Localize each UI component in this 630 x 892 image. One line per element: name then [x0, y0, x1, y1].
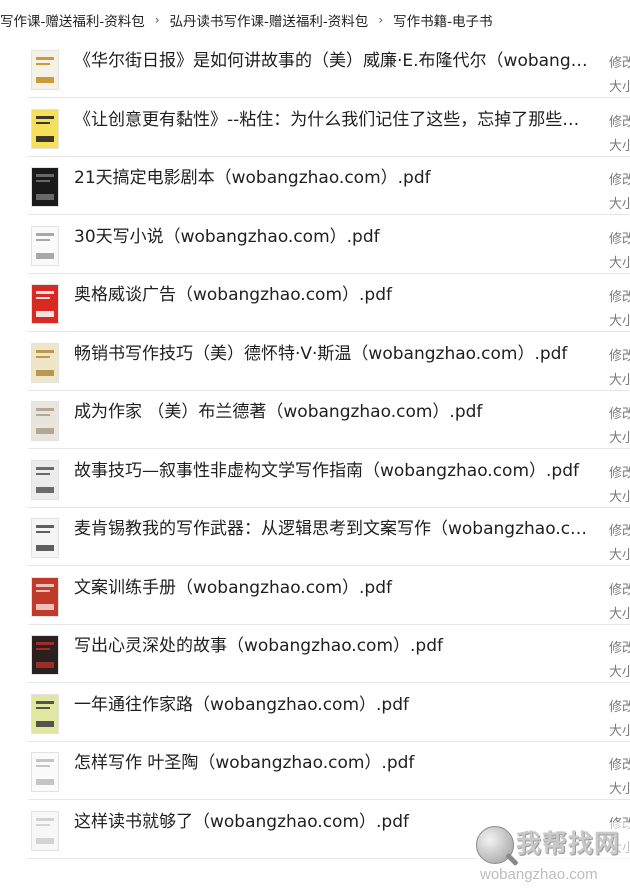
- file-modified-label: 修改: [609, 524, 630, 539]
- file-modified-label: 修改: [609, 758, 630, 773]
- file-name[interactable]: 文案训练手册（wobangzhao.com）.pdf: [74, 576, 590, 600]
- file-row[interactable]: 一年通往作家路（wobangzhao.com）.pdf 修改大小: [0, 684, 630, 742]
- file-row[interactable]: 写出心灵深处的故事（wobangzhao.com）.pdf 修改大小: [0, 625, 630, 683]
- pdf-cover-thumbnail-icon: [31, 50, 59, 90]
- pdf-cover-thumbnail-icon: [31, 108, 59, 149]
- file-name[interactable]: 奥格威谈广告（wobangzhao.com）.pdf: [74, 283, 590, 307]
- file-modified-label: 修改: [609, 699, 630, 715]
- pdf-cover-thumbnail-icon: [31, 810, 59, 851]
- pdf-cover-thumbnail-icon: [31, 459, 59, 500]
- watermark: 我帮找网 wobangzhao.com: [474, 822, 630, 888]
- file-size-label: 大小: [609, 548, 630, 563]
- pdf-cover-thumbnail-icon: [31, 284, 59, 324]
- file-modified-label: 修改: [609, 641, 630, 656]
- file-name[interactable]: 怎样写作 叶圣陶（wobangzhao.com）.pdf: [74, 751, 590, 775]
- breadcrumb: 写作课-赠送福利-资料包 › 弘丹读书写作课-赠送福利-资料包 › 写作书籍-电…: [0, 0, 630, 40]
- file-row[interactable]: 21天搞定电影剧本（wobangzhao.com）.pdf 修改大小: [0, 157, 630, 215]
- file-size-label: 大小: [609, 782, 630, 797]
- pdf-cover-thumbnail-icon: [31, 693, 59, 734]
- file-name[interactable]: 写出心灵深处的故事（wobangzhao.com）.pdf: [74, 634, 590, 658]
- file-row[interactable]: 文案训练手册（wobangzhao.com）.pdf 修改大小: [0, 567, 630, 625]
- file-size-label: 大小: [609, 314, 630, 329]
- file-modified-label: 修改: [609, 56, 630, 71]
- file-name[interactable]: 麦肯锡教我的写作武器：从逻辑思考到文案写作（wobangzhao.com）.pd…: [74, 517, 590, 541]
- pdf-cover-thumbnail-icon: [31, 752, 59, 792]
- file-name[interactable]: 故事技巧—叙事性非虚构文学写作指南（wobangzhao.com）.pdf: [74, 459, 590, 483]
- chevron-right-icon: ›: [154, 13, 160, 27]
- file-row[interactable]: 麦肯锡教我的写作武器：从逻辑思考到文案写作（wobangzhao.com）.pd…: [0, 508, 630, 566]
- magnifier-globe-icon: [476, 826, 514, 864]
- breadcrumb-item-current[interactable]: 写作书籍-电子书: [389, 10, 496, 30]
- file-modified-label: 修改: [609, 348, 630, 364]
- file-row[interactable]: 畅销书写作技巧（美）德怀特·V·斯温（wobangzhao.com）.pdf 修改…: [0, 333, 630, 391]
- file-name[interactable]: 畅销书写作技巧（美）德怀特·V·斯温（wobangzhao.com）.pdf: [74, 342, 590, 366]
- breadcrumb-item[interactable]: 弘丹读书写作课-赠送福利-资料包: [166, 10, 373, 30]
- pdf-cover-thumbnail-icon: [31, 401, 59, 441]
- file-modified-label: 修改: [609, 173, 630, 188]
- pdf-cover-thumbnail-icon: [31, 576, 59, 617]
- file-size-label: 大小: [609, 665, 630, 680]
- file-name[interactable]: 《让创意更有黏性》--粘住：为什么我们记住了这些，忘掉了那些（wobangzha…: [74, 108, 590, 132]
- file-name[interactable]: 一年通往作家路（wobangzhao.com）.pdf: [74, 693, 590, 717]
- pdf-cover-thumbnail-icon: [31, 635, 59, 675]
- file-size-label: 大小: [609, 372, 630, 388]
- file-size-label: 大小: [609, 489, 630, 505]
- file-size-label: 大小: [609, 431, 630, 446]
- file-modified-label: 修改: [609, 231, 630, 247]
- file-name[interactable]: 30天写小说（wobangzhao.com）.pdf: [74, 225, 590, 249]
- file-size-label: 大小: [609, 255, 630, 271]
- file-size-label: 大小: [609, 80, 630, 95]
- watermark-title: 我帮找网: [516, 829, 621, 858]
- pdf-cover-thumbnail-icon: [31, 167, 59, 207]
- pdf-cover-thumbnail-icon: [31, 518, 59, 558]
- file-modified-label: 修改: [609, 290, 630, 305]
- file-name[interactable]: 《华尔街日报》是如何讲故事的（美）威廉·E.布隆代尔（wobangzhao.co…: [74, 49, 590, 73]
- file-modified-label: 修改: [609, 465, 630, 481]
- file-name[interactable]: 成为作家 （美）布兰德著（wobangzhao.com）.pdf: [74, 400, 590, 424]
- file-row[interactable]: 怎样写作 叶圣陶（wobangzhao.com）.pdf 修改大小: [0, 742, 630, 800]
- pdf-cover-thumbnail-icon: [31, 342, 59, 383]
- file-row[interactable]: 30天写小说（wobangzhao.com）.pdf 修改大小: [0, 216, 630, 274]
- file-name[interactable]: 21天搞定电影剧本（wobangzhao.com）.pdf: [74, 166, 590, 190]
- file-size-label: 大小: [609, 723, 630, 739]
- file-size-label: 大小: [609, 197, 630, 212]
- file-row[interactable]: 成为作家 （美）布兰德著（wobangzhao.com）.pdf 修改大小: [0, 391, 630, 449]
- file-modified-label: 修改: [609, 407, 630, 422]
- file-row[interactable]: 故事技巧—叙事性非虚构文学写作指南（wobangzhao.com）.pdf 修改大…: [0, 450, 630, 508]
- file-row[interactable]: 奥格威谈广告（wobangzhao.com）.pdf 修改大小: [0, 274, 630, 332]
- chevron-right-icon: ›: [378, 13, 384, 27]
- file-row[interactable]: 《华尔街日报》是如何讲故事的（美）威廉·E.布隆代尔（wobangzhao.co…: [0, 40, 630, 98]
- file-size-label: 大小: [609, 138, 630, 154]
- file-modified-label: 修改: [609, 114, 630, 130]
- breadcrumb-item[interactable]: 写作课-赠送福利-资料包: [0, 10, 149, 30]
- file-size-label: 大小: [609, 606, 630, 622]
- file-modified-label: 修改: [609, 582, 630, 598]
- pdf-cover-thumbnail-icon: [31, 225, 59, 266]
- watermark-url: wobangzhao.com: [480, 866, 598, 883]
- file-row[interactable]: 《让创意更有黏性》--粘住：为什么我们记住了这些，忘掉了那些（wobangzha…: [0, 99, 630, 157]
